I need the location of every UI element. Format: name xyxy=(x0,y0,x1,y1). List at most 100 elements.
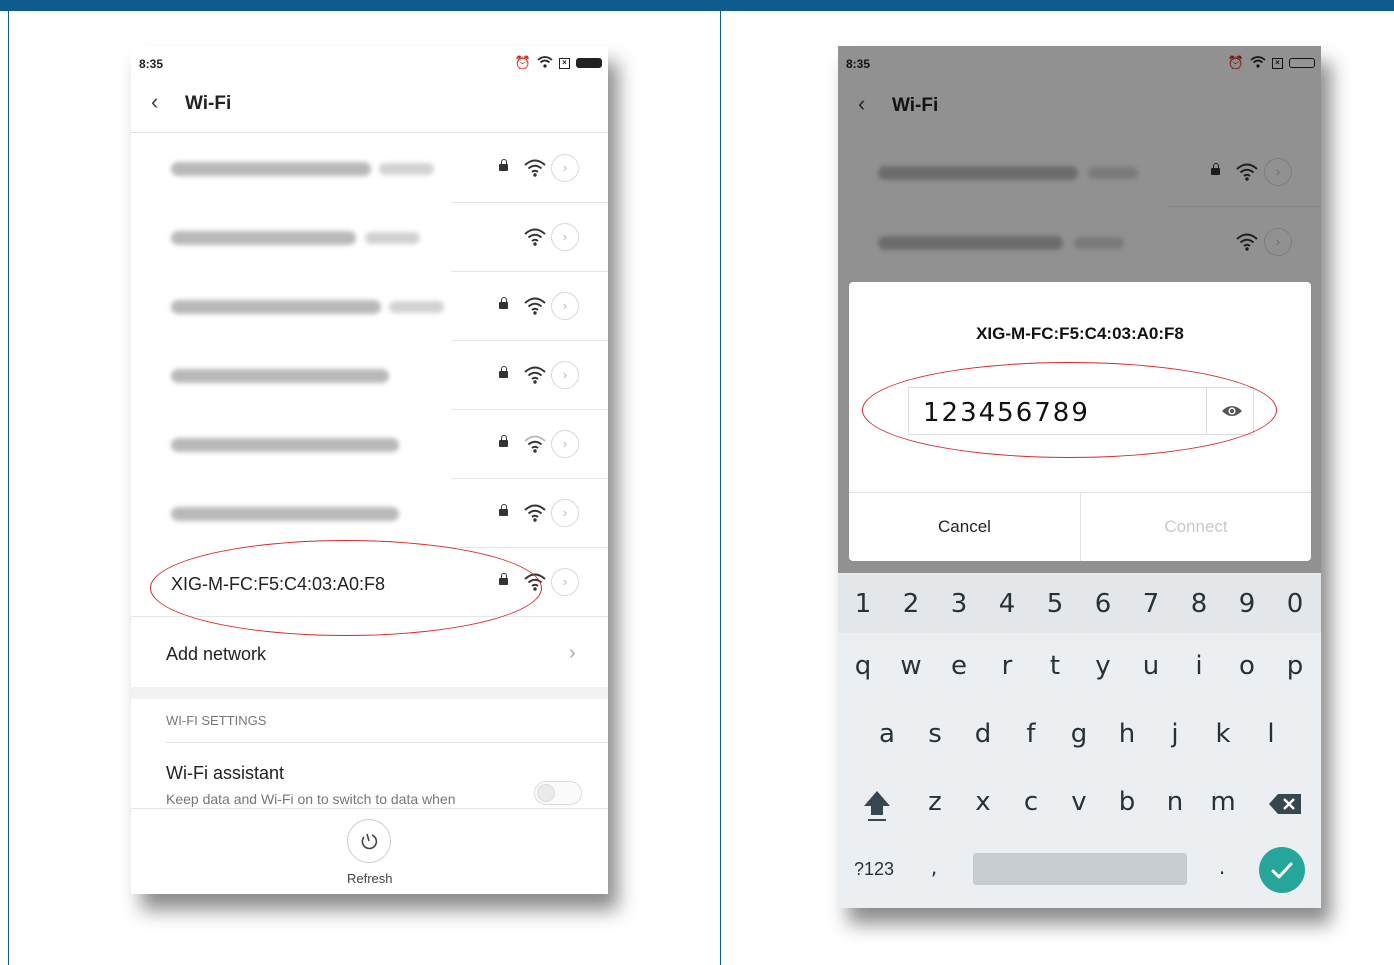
battery-icon xyxy=(576,58,602,68)
keyboard-row-2: a s d f g h j k l xyxy=(838,701,1321,769)
list-item-network-blurred[interactable]: › xyxy=(131,341,608,410)
lock-icon xyxy=(499,435,508,447)
section-label: WI-FI SETTINGS xyxy=(166,713,267,728)
list-item-network-blurred[interactable]: › xyxy=(131,479,608,548)
cancel-button[interactable]: Cancel xyxy=(849,493,1080,561)
key-1[interactable]: 1 xyxy=(850,589,876,619)
network-details-chevron-icon[interactable]: › xyxy=(551,361,579,389)
wifi-signal-icon xyxy=(524,159,546,177)
blurred-band-label xyxy=(389,301,444,313)
key-3[interactable]: 3 xyxy=(946,589,972,619)
key-p[interactable]: p xyxy=(1282,651,1308,681)
list-item-network-blurred[interactable]: › xyxy=(131,410,608,479)
wifi-signal-icon xyxy=(524,366,546,384)
period-key[interactable]: . xyxy=(1212,855,1232,879)
key-j[interactable]: j xyxy=(1162,719,1188,749)
back-arrow-icon[interactable]: ‹ xyxy=(151,91,158,113)
space-bar[interactable] xyxy=(973,853,1187,885)
key-8[interactable]: 8 xyxy=(1186,589,1212,619)
blurred-network-name xyxy=(171,231,356,245)
list-item-network-blurred[interactable]: › xyxy=(131,134,608,203)
key-9[interactable]: 9 xyxy=(1234,589,1260,619)
network-details-chevron-icon[interactable]: › xyxy=(551,430,579,458)
document-header-bar xyxy=(0,0,1394,11)
key-i[interactable]: i xyxy=(1186,651,1212,681)
left-phone-screen: 8:35 ⏰ × ‹ Wi-Fi › › › › › › XIG-M-FC:F5… xyxy=(131,46,608,894)
keyboard-row-1: q w e r t y u i o p xyxy=(838,633,1321,701)
key-s[interactable]: s xyxy=(922,719,948,749)
key-5[interactable]: 5 xyxy=(1042,589,1068,619)
key-o[interactable]: o xyxy=(1234,651,1260,681)
key-m[interactable]: m xyxy=(1210,787,1236,817)
lock-icon xyxy=(499,366,508,378)
lock-icon xyxy=(499,504,508,516)
wifi-status-icon xyxy=(537,55,553,71)
blurred-network-name xyxy=(171,300,381,314)
key-4[interactable]: 4 xyxy=(994,589,1020,619)
lock-icon xyxy=(499,159,508,171)
symbols-key[interactable]: ?123 xyxy=(854,859,894,880)
backspace-icon[interactable] xyxy=(1268,793,1302,815)
key-l[interactable]: l xyxy=(1258,719,1284,749)
key-7[interactable]: 7 xyxy=(1138,589,1164,619)
alarm-icon: ⏰ xyxy=(514,55,531,70)
key-q[interactable]: q xyxy=(850,651,876,681)
key-y[interactable]: y xyxy=(1090,651,1116,681)
list-item-network-blurred[interactable]: › xyxy=(131,203,608,272)
checkmark-icon xyxy=(1271,862,1293,879)
wifi-assistant-row[interactable]: Wi-Fi assistant Keep data and Wi-Fi on t… xyxy=(131,743,608,808)
right-phone-screen: 8:35 ⏰ × ‹ Wi-Fi › › XIG-M-FC:F5:C4:03:A… xyxy=(838,46,1321,908)
dialog-network-name: XIG-M-FC:F5:C4:03:A0:F8 xyxy=(976,324,1184,343)
enter-key[interactable] xyxy=(1259,847,1305,893)
keyboard-number-row: 1 2 3 4 5 6 7 8 9 0 xyxy=(838,573,1321,633)
network-details-chevron-icon[interactable]: › xyxy=(551,223,579,251)
connect-button[interactable]: Connect xyxy=(1081,493,1311,561)
wifi-assistant-toggle[interactable] xyxy=(534,781,582,805)
wifi-signal-icon xyxy=(524,435,546,453)
key-g[interactable]: g xyxy=(1066,719,1092,749)
key-d[interactable]: d xyxy=(970,719,996,749)
blurred-band-label xyxy=(379,163,434,175)
network-details-chevron-icon[interactable]: › xyxy=(551,568,579,596)
key-x[interactable]: x xyxy=(970,787,996,817)
key-e[interactable]: e xyxy=(946,651,972,681)
blurred-network-name xyxy=(171,438,399,452)
key-u[interactable]: u xyxy=(1138,651,1164,681)
highlight-ellipse xyxy=(862,362,1277,458)
key-6[interactable]: 6 xyxy=(1090,589,1116,619)
key-r[interactable]: r xyxy=(994,651,1020,681)
sim-icon: × xyxy=(559,57,570,69)
highlight-ellipse xyxy=(150,540,542,636)
lock-icon xyxy=(499,297,508,309)
key-k[interactable]: k xyxy=(1210,719,1236,749)
key-2[interactable]: 2 xyxy=(898,589,924,619)
key-f[interactable]: f xyxy=(1018,719,1044,749)
network-details-chevron-icon[interactable]: › xyxy=(551,292,579,320)
key-z[interactable]: z xyxy=(922,787,948,817)
key-h[interactable]: h xyxy=(1114,719,1140,749)
network-details-chevron-icon[interactable]: › xyxy=(551,499,579,527)
comma-key[interactable]: , xyxy=(924,855,944,879)
key-0[interactable]: 0 xyxy=(1282,589,1308,619)
key-n[interactable]: n xyxy=(1162,787,1188,817)
add-network-label: Add network xyxy=(166,644,267,664)
key-t[interactable]: t xyxy=(1042,651,1068,681)
key-c[interactable]: c xyxy=(1018,787,1044,817)
wifi-assistant-description: Keep data and Wi-Fi on to switch to data… xyxy=(166,791,456,807)
network-details-chevron-icon[interactable]: › xyxy=(551,154,579,182)
refresh-button[interactable] xyxy=(347,819,391,863)
blurred-network-name xyxy=(171,507,399,521)
list-item-network-blurred[interactable]: › xyxy=(131,272,608,341)
blurred-network-name xyxy=(171,162,371,176)
status-time: 8:35 xyxy=(139,57,164,71)
wifi-signal-icon xyxy=(524,297,546,315)
shift-icon[interactable] xyxy=(862,789,892,823)
key-v[interactable]: v xyxy=(1066,787,1092,817)
status-bar: 8:35 ⏰ × xyxy=(131,46,608,80)
keyboard-row-3: z x c v b n m xyxy=(838,769,1321,837)
key-b[interactable]: b xyxy=(1114,787,1140,817)
key-a[interactable]: a xyxy=(874,719,900,749)
blurred-network-name xyxy=(171,369,389,383)
key-w[interactable]: w xyxy=(898,651,924,681)
wifi-signal-icon xyxy=(524,504,546,522)
